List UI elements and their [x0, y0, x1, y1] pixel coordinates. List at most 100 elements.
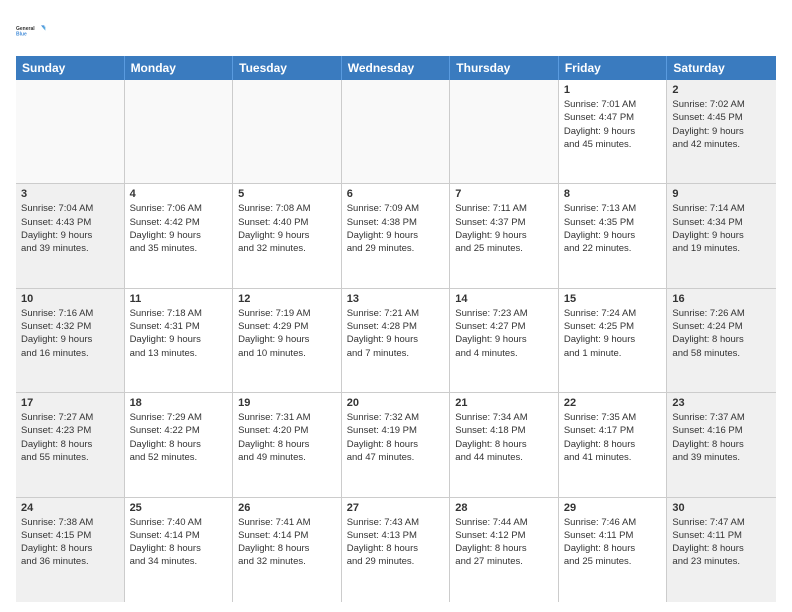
calendar-cell: 13 Sunrise: 7:21 AMSunset: 4:28 PMDayligh…: [342, 289, 451, 392]
day-number: 17: [21, 397, 119, 409]
calendar-body: 1 Sunrise: 7:01 AMSunset: 4:47 PMDaylight…: [16, 80, 776, 602]
calendar-cell: [125, 80, 234, 183]
calendar-cell: 24Sunrise: 7:38 AMSunset: 4:15 PMDayligh…: [16, 498, 125, 602]
day-info: Sunrise: 7:13 AMSunset: 4:35 PMDaylight:…: [564, 202, 662, 255]
calendar-row: 3 Sunrise: 7:04 AMSunset: 4:43 PMDaylight…: [16, 184, 776, 288]
weekday-header: Wednesday: [342, 56, 451, 80]
calendar-cell: 15 Sunrise: 7:24 AMSunset: 4:25 PMDayligh…: [559, 289, 668, 392]
page: General Blue SundayMondayTuesdayWednesda…: [0, 0, 792, 612]
weekday-header: Sunday: [16, 56, 125, 80]
day-info: Sunrise: 7:19 AMSunset: 4:29 PMDaylight:…: [238, 307, 336, 360]
day-info: Sunrise: 7:47 AMSunset: 4:11 PMDaylight:…: [672, 516, 771, 569]
day-info: Sunrise: 7:14 AMSunset: 4:34 PMDaylight:…: [672, 202, 771, 255]
day-number: 19: [238, 397, 336, 409]
day-info: Sunrise: 7:37 AMSunset: 4:16 PMDaylight:…: [672, 411, 771, 464]
logo: General Blue: [16, 16, 46, 46]
svg-text:Blue: Blue: [16, 31, 27, 37]
calendar-cell: 6 Sunrise: 7:09 AMSunset: 4:38 PMDaylight…: [342, 184, 451, 287]
day-info: Sunrise: 7:26 AMSunset: 4:24 PMDaylight:…: [672, 307, 771, 360]
day-info: Sunrise: 7:06 AMSunset: 4:42 PMDaylight:…: [130, 202, 228, 255]
day-info: Sunrise: 7:46 AMSunset: 4:11 PMDaylight:…: [564, 516, 662, 569]
calendar-cell: 25 Sunrise: 7:40 AMSunset: 4:14 PMDayligh…: [125, 498, 234, 602]
weekday-header: Saturday: [667, 56, 776, 80]
day-info: Sunrise: 7:21 AMSunset: 4:28 PMDaylight:…: [347, 307, 445, 360]
calendar-cell: [450, 80, 559, 183]
calendar-header: SundayMondayTuesdayWednesdayThursdayFrid…: [16, 56, 776, 80]
day-number: 11: [130, 293, 228, 305]
day-info: Sunrise: 7:43 AMSunset: 4:13 PMDaylight:…: [347, 516, 445, 569]
day-number: 3: [21, 188, 119, 200]
weekday-header: Friday: [559, 56, 668, 80]
day-info: Sunrise: 7:16 AMSunset: 4:32 PMDaylight:…: [21, 307, 119, 360]
calendar-cell: 8Sunrise: 7:13 AMSunset: 4:35 PMDaylight…: [559, 184, 668, 287]
calendar-cell: 4Sunrise: 7:06 AMSunset: 4:42 PMDaylight…: [125, 184, 234, 287]
day-info: Sunrise: 7:24 AMSunset: 4:25 PMDaylight:…: [564, 307, 662, 360]
calendar-cell: 2 Sunrise: 7:02 AMSunset: 4:45 PMDaylight…: [667, 80, 776, 183]
day-number: 18: [130, 397, 228, 409]
day-number: 30: [672, 502, 771, 514]
day-number: 26: [238, 502, 336, 514]
day-number: 20: [347, 397, 445, 409]
calendar-cell: 11Sunrise: 7:18 AMSunset: 4:31 PMDayligh…: [125, 289, 234, 392]
day-info: Sunrise: 7:29 AMSunset: 4:22 PMDaylight:…: [130, 411, 228, 464]
day-info: Sunrise: 7:38 AMSunset: 4:15 PMDaylight:…: [21, 516, 119, 569]
weekday-header: Monday: [125, 56, 234, 80]
calendar-row: 24Sunrise: 7:38 AMSunset: 4:15 PMDayligh…: [16, 498, 776, 602]
calendar-cell: 27 Sunrise: 7:43 AMSunset: 4:13 PMDayligh…: [342, 498, 451, 602]
calendar-cell: 19Sunrise: 7:31 AMSunset: 4:20 PMDayligh…: [233, 393, 342, 496]
day-number: 9: [672, 188, 771, 200]
day-number: 13: [347, 293, 445, 305]
day-info: Sunrise: 7:44 AMSunset: 4:12 PMDaylight:…: [455, 516, 553, 569]
day-number: 23: [672, 397, 771, 409]
day-info: Sunrise: 7:08 AMSunset: 4:40 PMDaylight:…: [238, 202, 336, 255]
day-number: 25: [130, 502, 228, 514]
calendar-cell: [16, 80, 125, 183]
calendar: SundayMondayTuesdayWednesdayThursdayFrid…: [16, 56, 776, 602]
day-number: 6: [347, 188, 445, 200]
calendar-cell: 30 Sunrise: 7:47 AMSunset: 4:11 PMDayligh…: [667, 498, 776, 602]
day-number: 15: [564, 293, 662, 305]
day-number: 27: [347, 502, 445, 514]
calendar-row: 10 Sunrise: 7:16 AMSunset: 4:32 PMDayligh…: [16, 289, 776, 393]
day-number: 16: [672, 293, 771, 305]
calendar-cell: 12 Sunrise: 7:19 AMSunset: 4:29 PMDayligh…: [233, 289, 342, 392]
day-number: 7: [455, 188, 553, 200]
calendar-cell: 10 Sunrise: 7:16 AMSunset: 4:32 PMDayligh…: [16, 289, 125, 392]
calendar-cell: 22Sunrise: 7:35 AMSunset: 4:17 PMDayligh…: [559, 393, 668, 496]
day-number: 10: [21, 293, 119, 305]
calendar-cell: 17 Sunrise: 7:27 AMSunset: 4:23 PMDayligh…: [16, 393, 125, 496]
day-info: Sunrise: 7:02 AMSunset: 4:45 PMDaylight:…: [672, 98, 771, 151]
calendar-cell: 29Sunrise: 7:46 AMSunset: 4:11 PMDayligh…: [559, 498, 668, 602]
calendar-cell: 16 Sunrise: 7:26 AMSunset: 4:24 PMDayligh…: [667, 289, 776, 392]
day-number: 12: [238, 293, 336, 305]
calendar-cell: 28Sunrise: 7:44 AMSunset: 4:12 PMDayligh…: [450, 498, 559, 602]
day-number: 1: [564, 84, 662, 96]
day-info: Sunrise: 7:27 AMSunset: 4:23 PMDaylight:…: [21, 411, 119, 464]
calendar-cell: 23 Sunrise: 7:37 AMSunset: 4:16 PMDayligh…: [667, 393, 776, 496]
calendar-cell: 18 Sunrise: 7:29 AMSunset: 4:22 PMDayligh…: [125, 393, 234, 496]
calendar-cell: 5Sunrise: 7:08 AMSunset: 4:40 PMDaylight…: [233, 184, 342, 287]
calendar-cell: [342, 80, 451, 183]
day-info: Sunrise: 7:41 AMSunset: 4:14 PMDaylight:…: [238, 516, 336, 569]
day-number: 2: [672, 84, 771, 96]
calendar-cell: 14 Sunrise: 7:23 AMSunset: 4:27 PMDayligh…: [450, 289, 559, 392]
day-info: Sunrise: 7:34 AMSunset: 4:18 PMDaylight:…: [455, 411, 553, 464]
day-info: Sunrise: 7:35 AMSunset: 4:17 PMDaylight:…: [564, 411, 662, 464]
calendar-cell: 9 Sunrise: 7:14 AMSunset: 4:34 PMDaylight…: [667, 184, 776, 287]
calendar-cell: [233, 80, 342, 183]
calendar-cell: 7 Sunrise: 7:11 AMSunset: 4:37 PMDaylight…: [450, 184, 559, 287]
day-info: Sunrise: 7:09 AMSunset: 4:38 PMDaylight:…: [347, 202, 445, 255]
weekday-header: Tuesday: [233, 56, 342, 80]
day-info: Sunrise: 7:23 AMSunset: 4:27 PMDaylight:…: [455, 307, 553, 360]
calendar-cell: 26 Sunrise: 7:41 AMSunset: 4:14 PMDayligh…: [233, 498, 342, 602]
calendar-cell: 3 Sunrise: 7:04 AMSunset: 4:43 PMDaylight…: [16, 184, 125, 287]
calendar-row: 17 Sunrise: 7:27 AMSunset: 4:23 PMDayligh…: [16, 393, 776, 497]
day-info: Sunrise: 7:04 AMSunset: 4:43 PMDaylight:…: [21, 202, 119, 255]
day-info: Sunrise: 7:11 AMSunset: 4:37 PMDaylight:…: [455, 202, 553, 255]
day-info: Sunrise: 7:01 AMSunset: 4:47 PMDaylight:…: [564, 98, 662, 151]
day-info: Sunrise: 7:32 AMSunset: 4:19 PMDaylight:…: [347, 411, 445, 464]
logo-icon: General Blue: [16, 16, 46, 46]
day-info: Sunrise: 7:40 AMSunset: 4:14 PMDaylight:…: [130, 516, 228, 569]
calendar-cell: 21Sunrise: 7:34 AMSunset: 4:18 PMDayligh…: [450, 393, 559, 496]
day-number: 14: [455, 293, 553, 305]
